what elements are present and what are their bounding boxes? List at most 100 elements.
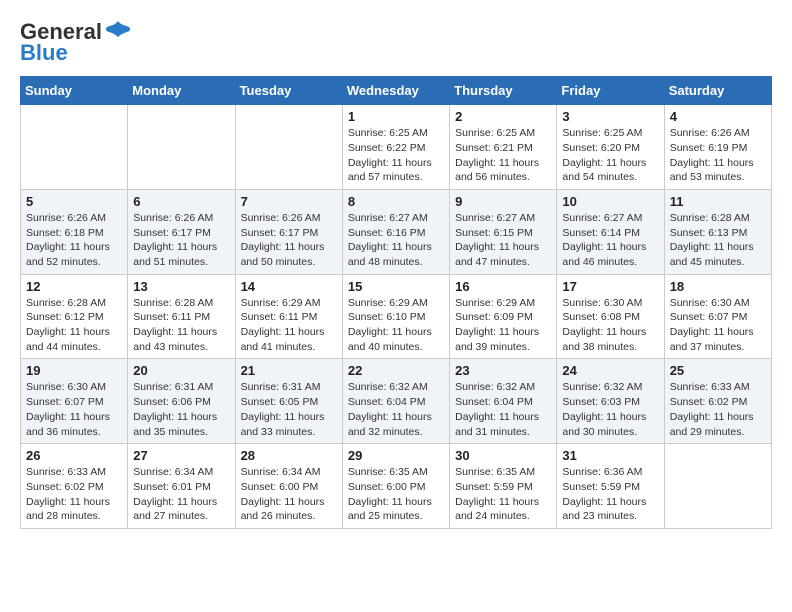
- calendar-cell: 26 Sunrise: 6:33 AM Sunset: 6:02 PM Dayli…: [21, 444, 128, 529]
- day-number: 24: [562, 363, 658, 378]
- day-number: 17: [562, 279, 658, 294]
- day-info: Sunrise: 6:25 AM Sunset: 6:22 PM Dayligh…: [348, 126, 444, 185]
- weekday-header-row: SundayMondayTuesdayWednesdayThursdayFrid…: [21, 77, 772, 105]
- logo: General Blue: [20, 20, 132, 66]
- calendar-cell: 16 Sunrise: 6:29 AM Sunset: 6:09 PM Dayli…: [450, 274, 557, 359]
- calendar-cell: [235, 105, 342, 190]
- day-number: 7: [241, 194, 337, 209]
- calendar-cell: 29 Sunrise: 6:35 AM Sunset: 6:00 PM Dayli…: [342, 444, 449, 529]
- day-number: 9: [455, 194, 551, 209]
- day-info: Sunrise: 6:32 AM Sunset: 6:03 PM Dayligh…: [562, 380, 658, 439]
- day-info: Sunrise: 6:33 AM Sunset: 6:02 PM Dayligh…: [26, 465, 122, 524]
- calendar-cell: 1 Sunrise: 6:25 AM Sunset: 6:22 PM Daylig…: [342, 105, 449, 190]
- weekday-header: Tuesday: [235, 77, 342, 105]
- calendar-cell: 9 Sunrise: 6:27 AM Sunset: 6:15 PM Daylig…: [450, 189, 557, 274]
- day-number: 31: [562, 448, 658, 463]
- day-info: Sunrise: 6:35 AM Sunset: 5:59 PM Dayligh…: [455, 465, 551, 524]
- weekday-header: Sunday: [21, 77, 128, 105]
- day-number: 15: [348, 279, 444, 294]
- day-info: Sunrise: 6:25 AM Sunset: 6:21 PM Dayligh…: [455, 126, 551, 185]
- day-info: Sunrise: 6:27 AM Sunset: 6:16 PM Dayligh…: [348, 211, 444, 270]
- day-number: 6: [133, 194, 229, 209]
- calendar-week-row: 1 Sunrise: 6:25 AM Sunset: 6:22 PM Daylig…: [21, 105, 772, 190]
- day-info: Sunrise: 6:28 AM Sunset: 6:13 PM Dayligh…: [670, 211, 766, 270]
- day-info: Sunrise: 6:30 AM Sunset: 6:08 PM Dayligh…: [562, 296, 658, 355]
- day-number: 13: [133, 279, 229, 294]
- day-info: Sunrise: 6:27 AM Sunset: 6:15 PM Dayligh…: [455, 211, 551, 270]
- day-number: 18: [670, 279, 766, 294]
- day-info: Sunrise: 6:34 AM Sunset: 6:01 PM Dayligh…: [133, 465, 229, 524]
- calendar-cell: 15 Sunrise: 6:29 AM Sunset: 6:10 PM Dayli…: [342, 274, 449, 359]
- day-info: Sunrise: 6:29 AM Sunset: 6:11 PM Dayligh…: [241, 296, 337, 355]
- calendar-cell: 30 Sunrise: 6:35 AM Sunset: 5:59 PM Dayli…: [450, 444, 557, 529]
- calendar-cell: 2 Sunrise: 6:25 AM Sunset: 6:21 PM Daylig…: [450, 105, 557, 190]
- day-number: 10: [562, 194, 658, 209]
- day-number: 19: [26, 363, 122, 378]
- calendar-cell: 18 Sunrise: 6:30 AM Sunset: 6:07 PM Dayli…: [664, 274, 771, 359]
- calendar-cell: 6 Sunrise: 6:26 AM Sunset: 6:17 PM Daylig…: [128, 189, 235, 274]
- weekday-header: Friday: [557, 77, 664, 105]
- day-info: Sunrise: 6:26 AM Sunset: 6:17 PM Dayligh…: [241, 211, 337, 270]
- day-number: 5: [26, 194, 122, 209]
- day-number: 27: [133, 448, 229, 463]
- day-number: 28: [241, 448, 337, 463]
- calendar-cell: 3Sunrise: 6:25 AM Sunset: 6:20 PM Daylig…: [557, 105, 664, 190]
- day-info: Sunrise: 6:26 AM Sunset: 6:17 PM Dayligh…: [133, 211, 229, 270]
- calendar-cell: 19 Sunrise: 6:30 AM Sunset: 6:07 PM Dayli…: [21, 359, 128, 444]
- day-number: 29: [348, 448, 444, 463]
- day-info: Sunrise: 6:33 AM Sunset: 6:02 PM Dayligh…: [670, 380, 766, 439]
- weekday-header: Monday: [128, 77, 235, 105]
- weekday-header: Saturday: [664, 77, 771, 105]
- day-info: Sunrise: 6:29 AM Sunset: 6:09 PM Dayligh…: [455, 296, 551, 355]
- day-number: 21: [241, 363, 337, 378]
- weekday-header: Wednesday: [342, 77, 449, 105]
- calendar-cell: 7 Sunrise: 6:26 AM Sunset: 6:17 PM Daylig…: [235, 189, 342, 274]
- day-number: 26: [26, 448, 122, 463]
- day-number: 30: [455, 448, 551, 463]
- day-info: Sunrise: 6:28 AM Sunset: 6:12 PM Dayligh…: [26, 296, 122, 355]
- calendar-cell: 11Sunrise: 6:28 AM Sunset: 6:13 PM Dayli…: [664, 189, 771, 274]
- calendar-week-row: 12Sunrise: 6:28 AM Sunset: 6:12 PM Dayli…: [21, 274, 772, 359]
- day-info: Sunrise: 6:30 AM Sunset: 6:07 PM Dayligh…: [670, 296, 766, 355]
- calendar-table: SundayMondayTuesdayWednesdayThursdayFrid…: [20, 76, 772, 529]
- day-number: 2: [455, 109, 551, 124]
- day-info: Sunrise: 6:35 AM Sunset: 6:00 PM Dayligh…: [348, 465, 444, 524]
- calendar-cell: 22 Sunrise: 6:32 AM Sunset: 6:04 PM Dayli…: [342, 359, 449, 444]
- calendar-cell: 23 Sunrise: 6:32 AM Sunset: 6:04 PM Dayli…: [450, 359, 557, 444]
- day-number: 1: [348, 109, 444, 124]
- calendar-cell: 20Sunrise: 6:31 AM Sunset: 6:06 PM Dayli…: [128, 359, 235, 444]
- page-header: General Blue: [20, 20, 772, 66]
- day-number: 8: [348, 194, 444, 209]
- day-info: Sunrise: 6:32 AM Sunset: 6:04 PM Dayligh…: [348, 380, 444, 439]
- calendar-cell: 4Sunrise: 6:26 AM Sunset: 6:19 PM Daylig…: [664, 105, 771, 190]
- calendar-cell: 25Sunrise: 6:33 AM Sunset: 6:02 PM Dayli…: [664, 359, 771, 444]
- day-number: 23: [455, 363, 551, 378]
- calendar-cell: 10Sunrise: 6:27 AM Sunset: 6:14 PM Dayli…: [557, 189, 664, 274]
- calendar-cell: 14 Sunrise: 6:29 AM Sunset: 6:11 PM Dayli…: [235, 274, 342, 359]
- day-info: Sunrise: 6:26 AM Sunset: 6:18 PM Dayligh…: [26, 211, 122, 270]
- calendar-cell: 21 Sunrise: 6:31 AM Sunset: 6:05 PM Dayli…: [235, 359, 342, 444]
- day-info: Sunrise: 6:28 AM Sunset: 6:11 PM Dayligh…: [133, 296, 229, 355]
- day-number: 16: [455, 279, 551, 294]
- calendar-week-row: 26 Sunrise: 6:33 AM Sunset: 6:02 PM Dayli…: [21, 444, 772, 529]
- day-info: Sunrise: 6:32 AM Sunset: 6:04 PM Dayligh…: [455, 380, 551, 439]
- calendar-cell: [664, 444, 771, 529]
- calendar-cell: 8 Sunrise: 6:27 AM Sunset: 6:16 PM Daylig…: [342, 189, 449, 274]
- logo-bird-icon: [104, 16, 132, 44]
- day-number: 4: [670, 109, 766, 124]
- day-number: 22: [348, 363, 444, 378]
- calendar-cell: [21, 105, 128, 190]
- day-number: 20: [133, 363, 229, 378]
- calendar-cell: 24 Sunrise: 6:32 AM Sunset: 6:03 PM Dayli…: [557, 359, 664, 444]
- calendar-week-row: 5 Sunrise: 6:26 AM Sunset: 6:18 PM Daylig…: [21, 189, 772, 274]
- calendar-cell: 12Sunrise: 6:28 AM Sunset: 6:12 PM Dayli…: [21, 274, 128, 359]
- day-info: Sunrise: 6:30 AM Sunset: 6:07 PM Dayligh…: [26, 380, 122, 439]
- calendar-cell: 17 Sunrise: 6:30 AM Sunset: 6:08 PM Dayli…: [557, 274, 664, 359]
- calendar-cell: 5 Sunrise: 6:26 AM Sunset: 6:18 PM Daylig…: [21, 189, 128, 274]
- day-info: Sunrise: 6:34 AM Sunset: 6:00 PM Dayligh…: [241, 465, 337, 524]
- calendar-cell: 31Sunrise: 6:36 AM Sunset: 5:59 PM Dayli…: [557, 444, 664, 529]
- day-info: Sunrise: 6:31 AM Sunset: 6:05 PM Dayligh…: [241, 380, 337, 439]
- calendar-cell: 27 Sunrise: 6:34 AM Sunset: 6:01 PM Dayli…: [128, 444, 235, 529]
- day-number: 14: [241, 279, 337, 294]
- day-info: Sunrise: 6:29 AM Sunset: 6:10 PM Dayligh…: [348, 296, 444, 355]
